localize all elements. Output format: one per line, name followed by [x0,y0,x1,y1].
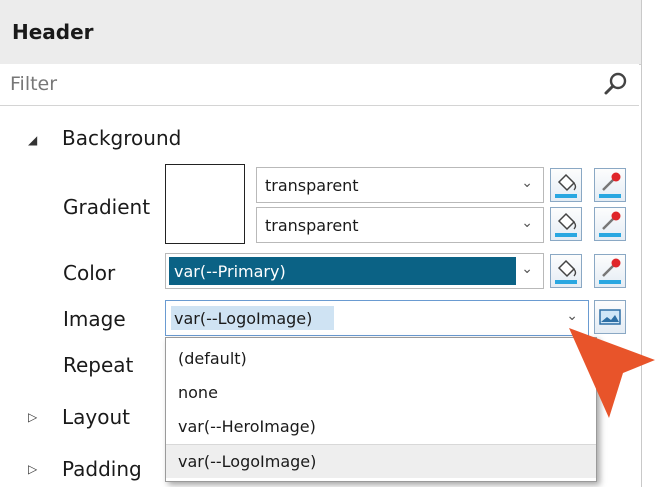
image-value: var(--LogoImage) [174,309,313,328]
dropdown-option-selected[interactable]: var(--LogoImage) [166,444,596,478]
image-label: Image [63,307,126,331]
color-select[interactable]: var(--Primary) ⌄ [165,253,544,289]
group-layout-label[interactable]: Layout [62,405,130,429]
paint-bucket-icon [555,259,577,284]
eyedropper-icon [599,211,621,237]
eyedropper-button[interactable] [594,254,626,288]
image-select[interactable]: var(--LogoImage) ⌄ [165,300,589,336]
collapse-triangle-icon[interactable]: ◢ [28,133,37,147]
panel-title: Header [12,20,94,44]
paint-bucket-button[interactable] [550,254,582,288]
gradient-start-value: transparent [265,176,359,195]
group-padding-label[interactable]: Padding [62,457,142,481]
gradient-start-select[interactable]: transparent ⌄ [256,167,544,203]
paint-bucket-button[interactable] [550,168,582,202]
gradient-preview-swatch [165,164,245,244]
eyedropper-button[interactable] [594,207,626,241]
paint-bucket-button[interactable] [550,207,582,241]
gradient-label: Gradient [63,195,151,219]
repeat-label: Repeat [63,353,134,377]
chevron-down-icon: ⌄ [521,215,533,231]
group-background-label[interactable]: Background [62,126,181,150]
color-label: Color [63,261,116,285]
chevron-down-icon: ⌄ [521,175,533,191]
eyedropper-button[interactable] [594,168,626,202]
panel-header: Header [0,0,641,65]
color-value: var(--Primary) [174,262,286,281]
gradient-end-value: transparent [265,216,359,235]
expand-triangle-icon[interactable]: ▷ [28,462,37,476]
dropdown-option[interactable]: none [166,376,596,410]
eyedropper-icon [599,258,621,284]
filter-box[interactable]: Filter [0,64,639,106]
dropdown-option[interactable]: (default) [166,342,596,376]
gradient-end-select[interactable]: transparent ⌄ [256,207,544,243]
properties-panel: Header Filter ◢ Background Gradient tran… [0,0,642,487]
eyedropper-icon [599,172,621,198]
search-icon[interactable] [603,71,629,97]
filter-placeholder: Filter [10,73,58,95]
pointer-arrow-icon [569,328,655,418]
dropdown-option[interactable]: var(--HeroImage) [166,410,596,444]
chevron-down-icon: ⌄ [521,261,533,277]
paint-bucket-icon [555,212,577,237]
image-dropdown-list: (default) none var(--HeroImage) var(--Lo… [165,337,597,482]
paint-bucket-icon [555,173,577,198]
expand-triangle-icon[interactable]: ▷ [28,410,37,424]
